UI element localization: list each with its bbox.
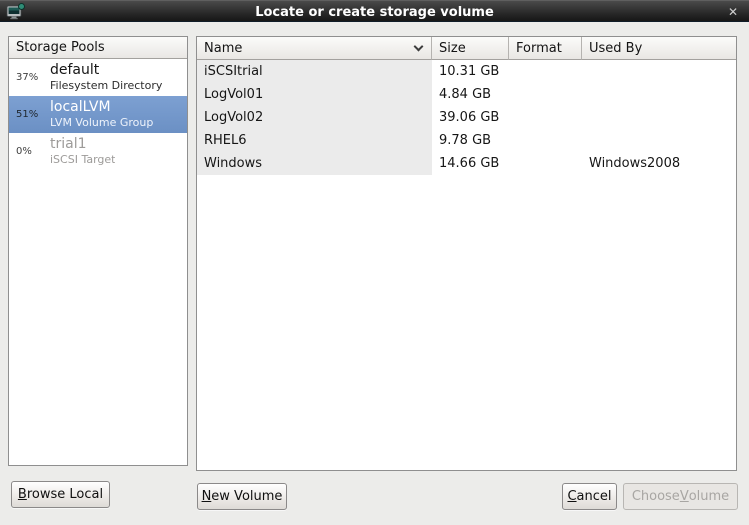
close-icon[interactable]: ✕ [724,1,742,23]
volume-used-by [582,83,736,106]
volume-size: 10.31 GB [432,60,509,83]
volume-name: Windows [197,152,432,175]
volume-name: LogVol02 [197,106,432,129]
cancel-button[interactable]: Cancel [562,483,617,510]
sort-descending-icon [414,41,424,51]
volume-used-by [582,129,736,152]
pool-row-default[interactable]: 37% default Filesystem Directory [9,59,187,96]
pool-usage-percent: 51% [16,109,43,120]
volume-row-iscsitrial[interactable]: iSCSItrial 10.31 GB [197,60,736,83]
pool-row-trial1[interactable]: 0% trial1 iSCSI Target [9,133,187,170]
pool-name: default [50,62,162,79]
volume-size: 9.78 GB [432,129,509,152]
pool-row-locallvm[interactable]: 51% localLVM LVM Volume Group [9,96,187,133]
column-header-name[interactable]: Name [197,37,432,60]
volume-format [509,83,582,106]
window-title: Locate or create storage volume [0,1,749,23]
volume-used-by [582,106,736,129]
volume-row-logvol01[interactable]: LogVol01 4.84 GB [197,83,736,106]
storage-pools-header: Storage Pools [9,37,187,59]
pool-name: trial1 [50,136,115,153]
volume-size: 39.06 GB [432,106,509,129]
volume-format [509,60,582,83]
new-volume-button[interactable]: New Volume [197,483,287,510]
pool-usage-percent: 0% [16,146,43,157]
volumes-table: Name Size Format Used By iSCSItrial 10.3… [196,36,737,471]
volume-used-by [582,60,736,83]
volume-format [509,129,582,152]
browse-local-button[interactable]: Browse Local [11,481,110,508]
pool-type: Filesystem Directory [50,79,162,93]
volume-size: 14.66 GB [432,152,509,175]
pool-type: LVM Volume Group [50,116,153,130]
storage-pools-panel: Storage Pools 37% default Filesystem Dir… [8,36,188,466]
volume-used-by: Windows2008 [582,152,736,175]
pool-usage-percent: 37% [16,72,43,83]
volume-size: 4.84 GB [432,83,509,106]
pool-type: iSCSI Target [50,153,115,167]
column-header-format[interactable]: Format [509,37,582,60]
titlebar[interactable]: Locate or create storage volume ✕ [0,0,749,22]
volumes-table-header: Name Size Format Used By [197,37,736,60]
volume-row-windows[interactable]: Windows 14.66 GB Windows2008 [197,152,736,175]
column-header-size[interactable]: Size [432,37,509,60]
volume-format [509,152,582,175]
volume-name: iSCSItrial [197,60,432,83]
volume-format [509,106,582,129]
locate-storage-volume-dialog: Locate or create storage volume ✕ Storag… [0,0,749,525]
volume-name: LogVol01 [197,83,432,106]
column-header-used-by[interactable]: Used By [582,37,736,60]
pool-name: localLVM [50,99,153,116]
volume-row-rhel6[interactable]: RHEL6 9.78 GB [197,129,736,152]
volume-row-logvol02[interactable]: LogVol02 39.06 GB [197,106,736,129]
volume-name: RHEL6 [197,129,432,152]
choose-volume-button[interactable]: Choose Volume [623,483,738,510]
